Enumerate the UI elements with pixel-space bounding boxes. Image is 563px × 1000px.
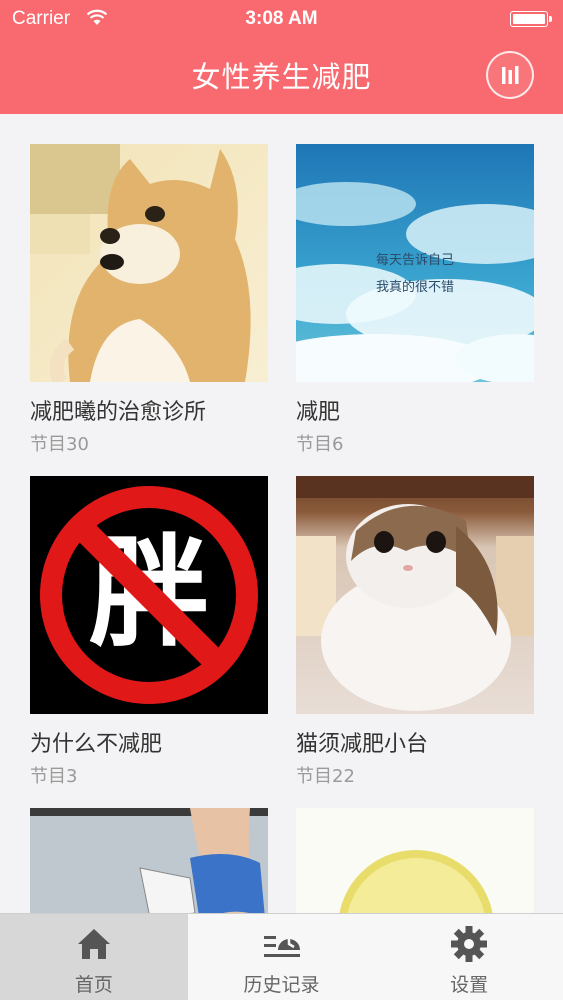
program-count: 节目3 [30, 766, 78, 787]
status-time: 3:08 AM [245, 8, 318, 29]
cloud-sky-photo: 每天告诉自己 我真的很不错 [296, 144, 534, 382]
tab-label: 设置 [450, 974, 489, 996]
program-title: 猫须减肥小台 [296, 732, 429, 757]
tab-home[interactable]: 首页 [0, 914, 188, 1000]
gear-icon [451, 926, 488, 962]
status-bar: Carrier 3:08 AM [0, 0, 563, 40]
program-card[interactable]: 每天告诉自己 我真的很不错 减肥 节目6 [296, 144, 534, 456]
tab-history[interactable]: 历史记录 [188, 914, 376, 1000]
tab-settings[interactable]: 设置 [375, 914, 563, 1000]
stats-button[interactable] [486, 51, 534, 99]
program-grid: 减肥曦的治愈诊所 节目30 每天告诉自己 我真的很不错 减肥 节目6 为什么不减… [0, 114, 563, 913]
program-card[interactable]: 减肥曦的治愈诊所 节目30 [30, 144, 268, 456]
program-card[interactable]: 胖 为什么不减肥 节目3 [30, 476, 268, 788]
no-fat-sign: 胖 [30, 476, 268, 714]
program-count: 节目30 [30, 434, 89, 455]
program-count: 节目6 [296, 434, 344, 455]
program-title: 减肥曦的治愈诊所 [30, 400, 207, 425]
cat-photo [296, 476, 534, 714]
waist-photo [30, 808, 268, 913]
home-icon [77, 929, 110, 959]
battery-icon [510, 11, 552, 27]
lemon-photo [296, 808, 534, 913]
page-title: 女性养生减肥 [191, 60, 372, 94]
program-card[interactable] [296, 808, 534, 913]
tab-bar: 首页 历史记录 设置 [0, 913, 563, 1000]
program-card[interactable]: 猫须减肥小台 节目22 [296, 476, 534, 788]
program-card[interactable] [30, 808, 268, 913]
app-header: Carrier 3:08 AM 女性养生减肥 [0, 0, 563, 114]
shiba-dog-photo [30, 144, 268, 382]
tab-label: 首页 [74, 974, 113, 996]
tab-label: 历史记录 [243, 974, 320, 996]
history-icon [263, 936, 300, 957]
image-caption-line2: 我真的很不错 [375, 280, 454, 295]
program-count: 节目22 [296, 766, 355, 787]
program-title: 减肥 [296, 400, 341, 425]
image-caption-line1: 每天告诉自己 [375, 253, 454, 268]
program-title: 为什么不减肥 [30, 732, 163, 757]
stats-bars-icon [502, 66, 519, 84]
